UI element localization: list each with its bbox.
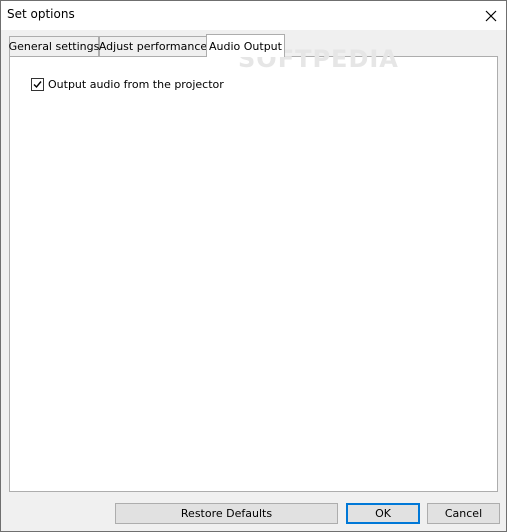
tab-label: General settings bbox=[8, 40, 100, 53]
cancel-button[interactable]: Cancel bbox=[427, 503, 500, 524]
output-audio-label: Output audio from the projector bbox=[48, 78, 224, 91]
close-icon bbox=[485, 10, 497, 21]
close-button[interactable] bbox=[476, 1, 506, 30]
tab-adjust-performance[interactable]: Adjust performance bbox=[99, 36, 207, 56]
output-audio-option[interactable]: Output audio from the projector bbox=[31, 78, 224, 91]
tab-general-settings[interactable]: General settings bbox=[9, 36, 99, 56]
output-audio-checkbox[interactable] bbox=[31, 78, 44, 91]
ok-button[interactable]: OK bbox=[346, 503, 420, 524]
restore-defaults-button[interactable]: Restore Defaults bbox=[115, 503, 338, 524]
tab-panel-audio-output: SOFTPEDIA Output audio from the projecto… bbox=[9, 45, 498, 492]
tab-label: Audio Output bbox=[209, 39, 282, 53]
tab-audio-output[interactable]: Audio Output bbox=[206, 34, 285, 57]
window-title: Set options bbox=[7, 7, 75, 21]
tab-label: Adjust performance bbox=[98, 40, 208, 53]
title-bar: Set options bbox=[1, 1, 506, 30]
options-dialog: Set options General settings Adjust perf… bbox=[0, 0, 507, 532]
check-icon bbox=[33, 81, 42, 89]
